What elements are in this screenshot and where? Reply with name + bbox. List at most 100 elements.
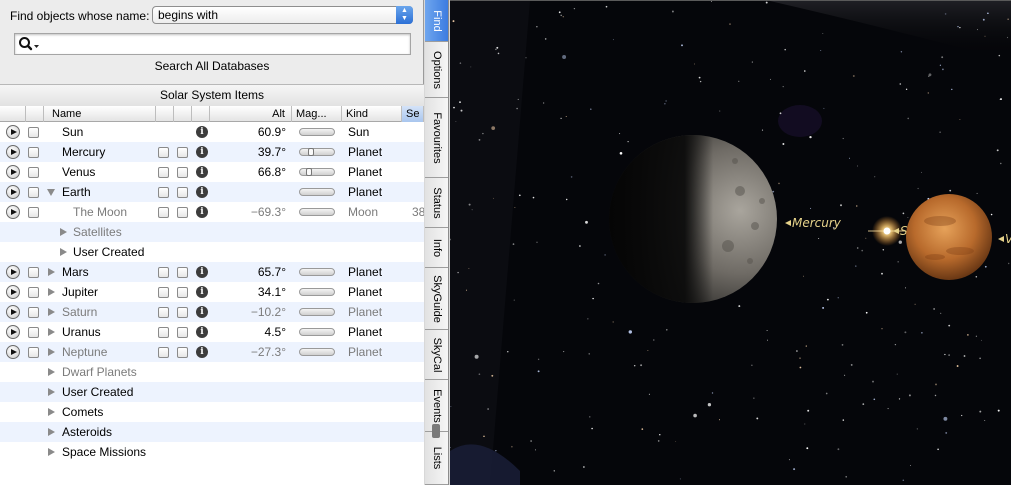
option-checkbox[interactable] [158,187,169,198]
option-checkbox[interactable] [158,347,169,358]
info-icon[interactable]: i [196,306,208,318]
disclosure-right-icon[interactable] [48,448,55,456]
venus-planet[interactable] [906,194,992,280]
play-icon[interactable] [6,185,20,199]
magnitude-slider[interactable] [299,188,335,196]
play-icon[interactable] [6,165,20,179]
info-icon[interactable]: i [196,326,208,338]
magnitude-slider[interactable] [299,148,335,156]
disclosure-down-icon[interactable] [47,189,55,196]
option-checkbox[interactable] [158,267,169,278]
show-checkbox[interactable] [28,267,39,278]
tab-skycal[interactable]: SkyCal [425,330,448,380]
tab-favourites[interactable]: Favourites [425,98,448,178]
show-checkbox[interactable] [28,327,39,338]
info-icon[interactable]: i [196,166,208,178]
option-checkbox[interactable] [158,167,169,178]
search-all-databases-button[interactable]: Search All Databases [0,58,424,74]
magnitude-slider[interactable] [299,348,335,356]
column-header-blank-1[interactable] [26,106,44,122]
search-input[interactable] [14,33,411,55]
option-checkbox[interactable] [158,327,169,338]
tab-strip-handle[interactable] [432,424,440,438]
info-icon[interactable]: i [196,206,208,218]
table-row[interactable]: Earth i Planet [0,182,424,202]
show-checkbox[interactable] [28,287,39,298]
play-icon[interactable] [6,125,20,139]
show-checkbox[interactable] [28,167,39,178]
tab-skyguide[interactable]: SkyGuide [425,268,448,330]
slider-knob[interactable] [306,168,312,176]
show-checkbox[interactable] [28,307,39,318]
disclosure-right-icon[interactable] [48,368,55,376]
option-checkbox[interactable] [177,307,188,318]
disclosure-right-icon[interactable] [48,268,55,276]
magnitude-slider[interactable] [299,168,335,176]
table-row[interactable]: Jupiter i 34.1° Planet [0,282,424,302]
magnitude-slider[interactable] [299,288,335,296]
option-checkbox[interactable] [177,287,188,298]
play-icon[interactable] [6,345,20,359]
column-header-name[interactable]: Name [44,106,156,122]
show-checkbox[interactable] [28,207,39,218]
option-checkbox[interactable] [177,207,188,218]
magnitude-slider[interactable] [299,308,335,316]
option-checkbox[interactable] [158,207,169,218]
column-header-alt[interactable]: Alt [210,106,292,122]
table-row[interactable]: Space Missions [0,442,424,462]
option-checkbox[interactable] [177,167,188,178]
info-icon[interactable]: i [196,286,208,298]
tab-status[interactable]: Status [425,178,448,228]
match-mode-select[interactable]: begins with ▲ ▼ [152,6,413,24]
show-checkbox[interactable] [28,347,39,358]
sun-point[interactable] [883,227,891,235]
option-checkbox[interactable] [177,327,188,338]
magnitude-slider[interactable] [299,328,335,336]
table-row[interactable]: User Created [0,382,424,402]
column-header-blank-0[interactable] [0,106,26,122]
table-row[interactable]: Saturn i −10.2° Planet [0,302,424,322]
magnitude-slider[interactable] [299,208,335,216]
show-checkbox[interactable] [28,147,39,158]
column-header-blank-5[interactable] [192,106,210,122]
table-row[interactable]: Satellites [0,222,424,242]
play-icon[interactable] [6,285,20,299]
disclosure-right-icon[interactable] [48,428,55,436]
disclosure-right-icon[interactable] [60,228,67,236]
disclosure-right-icon[interactable] [48,348,55,356]
info-icon[interactable]: i [196,266,208,278]
column-header-blank-4[interactable] [174,106,192,122]
disclosure-right-icon[interactable] [48,408,55,416]
table-row[interactable]: User Created [0,242,424,262]
table-row[interactable]: Asteroids [0,422,424,442]
column-header-kind[interactable]: Kind [342,106,402,122]
disclosure-right-icon[interactable] [48,288,55,296]
disclosure-right-icon[interactable] [60,248,67,256]
magnitude-slider[interactable] [299,268,335,276]
sky-view[interactable]: Mercury Sun V [450,0,1011,485]
info-icon[interactable]: i [196,146,208,158]
mercury-label[interactable]: Mercury [792,216,842,230]
show-checkbox[interactable] [28,127,39,138]
table-row[interactable]: Dwarf Planets [0,362,424,382]
tab-info[interactable]: Info [425,228,448,268]
table-row[interactable]: Mars i 65.7° Planet [0,262,424,282]
table-row[interactable]: Sun i 60.9° Sun [0,122,424,142]
option-checkbox[interactable] [177,187,188,198]
option-checkbox[interactable] [158,147,169,158]
table-row[interactable]: Uranus i 4.5° Planet [0,322,424,342]
table-row[interactable]: Venus i 66.8° Planet [0,162,424,182]
disclosure-right-icon[interactable] [48,388,55,396]
option-checkbox[interactable] [177,147,188,158]
tab-lists[interactable]: Lists [425,432,448,485]
table-row[interactable]: Neptune i −27.3° Planet [0,342,424,362]
table-row[interactable]: The Moon i −69.3° Moon 38 [0,202,424,222]
table-row[interactable]: Mercury i 39.7° Planet [0,142,424,162]
tab-options[interactable]: Options [425,42,448,98]
sky-chart[interactable]: Mercury Sun V [450,1,1011,485]
disclosure-right-icon[interactable] [48,328,55,336]
play-icon[interactable] [6,265,20,279]
venus-label[interactable]: V [1005,232,1011,246]
info-icon[interactable]: i [196,186,208,198]
search-icon[interactable] [18,36,40,52]
